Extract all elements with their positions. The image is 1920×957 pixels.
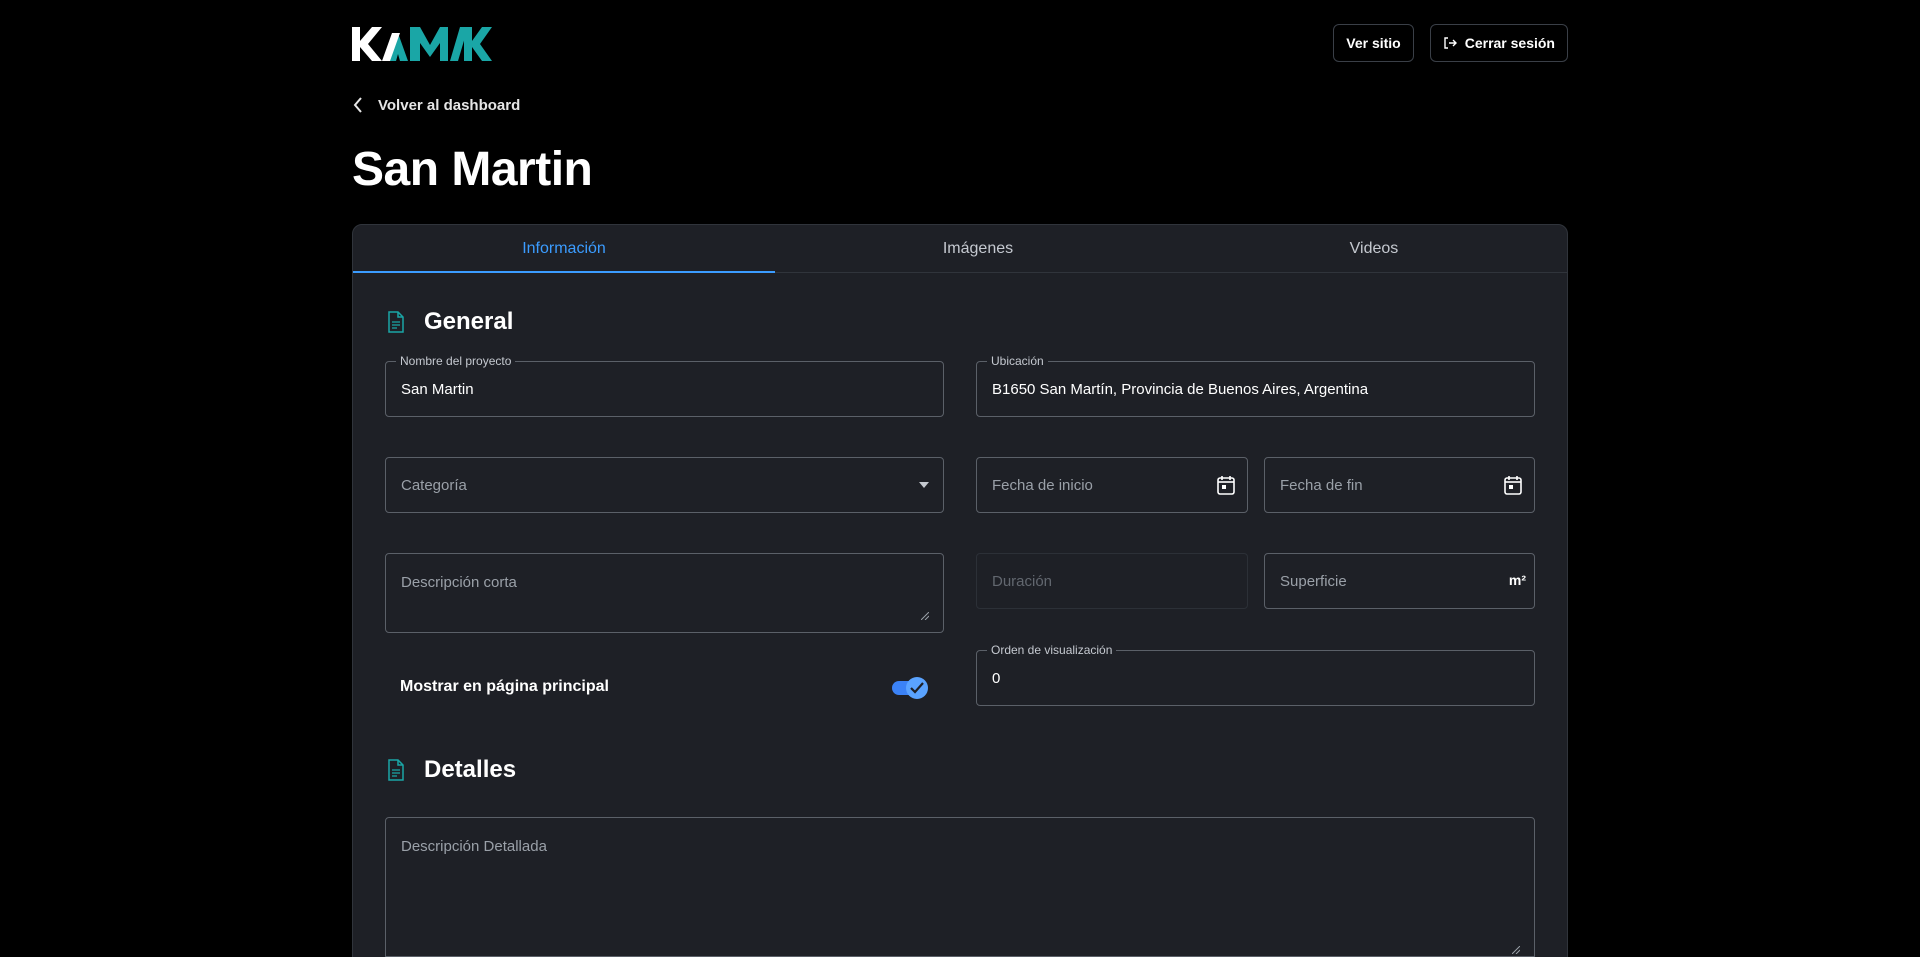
display-order-label: Orden de visualización [987, 643, 1117, 657]
caret-down-icon [919, 482, 929, 488]
calendar-icon[interactable] [1217, 475, 1235, 495]
show-on-home-label: Mostrar en página principal [400, 678, 609, 695]
tab-imagenes[interactable]: Imágenes [775, 225, 1181, 272]
tab-videos[interactable]: Videos [1181, 225, 1567, 272]
kamak-logo[interactable] [352, 24, 494, 64]
tab-informacion[interactable]: Información [353, 225, 775, 273]
section-general-title: General [386, 308, 513, 336]
short-description-textarea[interactable]: Descripción corta [385, 553, 944, 633]
display-order-value: 0 [992, 669, 1001, 687]
page-title: San Martin [352, 143, 593, 196]
short-description-placeholder: Descripción corta [401, 574, 517, 591]
top-bar: Ver sitio Cerrar sesión [352, 24, 1568, 64]
duration-placeholder: Duración [992, 572, 1053, 590]
document-icon [388, 759, 404, 781]
detailed-description-textarea[interactable]: Descripción Detallada [385, 817, 1535, 957]
end-date-placeholder: Fecha de fin [1280, 476, 1363, 494]
location-value: B1650 San Martín, Provincia de Buenos Ai… [992, 380, 1369, 398]
show-on-home-toggle[interactable] [892, 675, 930, 699]
show-on-home-row: Mostrar en página principal [400, 672, 930, 702]
back-link-label: Volver al dashboard [378, 96, 521, 114]
logout-label: Cerrar sesión [1464, 35, 1555, 51]
resize-handle-icon[interactable] [1512, 946, 1520, 954]
chevron-left-icon [353, 97, 362, 113]
surface-unit: m² [1508, 572, 1526, 588]
tab-bar: Información Imágenes Videos [353, 225, 1567, 273]
start-date-placeholder: Fecha de inicio [992, 476, 1093, 494]
back-to-dashboard-link[interactable]: Volver al dashboard [352, 96, 520, 114]
display-order-field[interactable]: Orden de visualización 0 [976, 643, 1535, 706]
location-field[interactable]: Ubicación B1650 San Martín, Provincia de… [976, 354, 1535, 417]
category-placeholder: Categoría [401, 476, 467, 494]
logout-button[interactable]: Cerrar sesión [1429, 24, 1568, 62]
start-date-field[interactable]: Fecha de inicio [976, 457, 1248, 513]
view-site-button[interactable]: Ver sitio [1333, 24, 1414, 62]
calendar-icon[interactable] [1504, 475, 1522, 495]
logo-mark-icon [352, 27, 492, 61]
section-general-label: General [424, 308, 514, 335]
view-site-label: Ver sitio [1346, 35, 1401, 51]
document-icon [388, 311, 404, 333]
project-name-field[interactable]: Nombre del proyecto San Martin [385, 354, 944, 417]
category-select[interactable]: Categoría [385, 457, 944, 513]
toggle-knob [906, 677, 928, 699]
surface-placeholder: Superficie [1280, 572, 1347, 590]
checkmark-icon [910, 682, 924, 694]
resize-handle-icon[interactable] [921, 612, 929, 620]
project-name-value: San Martin [401, 380, 474, 398]
duration-field: Duración [976, 553, 1248, 609]
section-details-label: Detalles [424, 756, 517, 783]
section-details-title: Detalles [386, 756, 516, 784]
surface-field[interactable]: Superficie m² [1264, 553, 1535, 609]
detailed-description-placeholder: Descripción Detallada [401, 838, 547, 855]
end-date-field[interactable]: Fecha de fin [1264, 457, 1535, 513]
logout-icon [1444, 37, 1457, 49]
